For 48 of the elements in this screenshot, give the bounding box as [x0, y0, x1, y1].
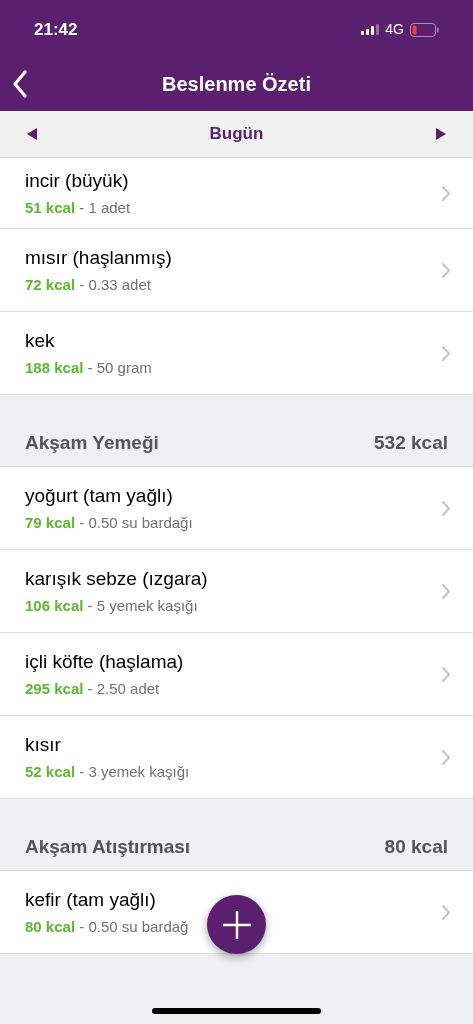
next-icon: [436, 128, 446, 140]
back-icon: [12, 70, 28, 98]
plus-icon: [221, 909, 252, 940]
signal-icon: [361, 24, 380, 35]
food-item[interactable]: incir (büyük) 51 kcal - 1 adet: [0, 158, 473, 229]
food-name: yoğurt (tam yağlı): [25, 483, 174, 508]
previous-day-button[interactable]: [27, 128, 37, 140]
screen-title: Beslenme Özeti: [162, 72, 311, 97]
food-item[interactable]: kefir (tam yağlı) 80 kcal - 0.50 su bardağ: [0, 871, 473, 954]
food-name: karışık sebze (ızgara): [25, 566, 208, 591]
food-detail: 79 kcal - 0.50 su bardağı: [25, 513, 193, 533]
chevron-right-icon: [441, 184, 451, 202]
chevron-right-icon: [441, 748, 451, 766]
food-name: mısır (haşlanmış): [25, 245, 172, 270]
food-name: içli köfte (haşlama): [25, 649, 184, 674]
food-name: kısır: [25, 732, 62, 757]
chevron-right-icon: [441, 582, 451, 600]
food-detail: 51 kcal - 1 adet: [25, 198, 131, 218]
chevron-right-icon: [441, 344, 451, 362]
network-label: 4G: [385, 20, 404, 39]
food-detail: 80 kcal - 0.50 su bardağ: [25, 917, 189, 937]
battery-icon: [410, 22, 439, 37]
section-title: Akşam Atıştırması: [25, 834, 191, 859]
food-name: incir (büyük): [25, 168, 130, 193]
section-title: Akşam Yemeği: [25, 430, 159, 455]
chevron-right-icon: [441, 261, 451, 279]
food-item[interactable]: kısır 52 kcal - 3 yemek kaşığı: [0, 716, 473, 799]
section-total: 80 kcal: [384, 834, 448, 859]
chevron-right-icon: [441, 499, 451, 517]
food-name: kefir (tam yağlı): [25, 887, 157, 912]
food-item[interactable]: mısır (haşlanmış) 72 kcal - 0.33 adet: [0, 229, 473, 312]
next-day-button[interactable]: [436, 128, 446, 140]
food-detail: 106 kcal - 5 yemek kaşığı: [25, 596, 199, 616]
food-name: kek: [25, 328, 56, 353]
food-item[interactable]: yoğurt (tam yağlı) 79 kcal - 0.50 su bardağı: [0, 467, 473, 550]
previous-icon: [27, 128, 37, 140]
food-item[interactable]: karışık sebze (ızgara) 106 kcal - 5 yemek kaşığı: [0, 550, 473, 633]
chevron-right-icon: [441, 665, 451, 683]
food-detail: 188 kcal - 50 gram: [25, 358, 152, 378]
food-detail: 72 kcal - 0.33 adet: [25, 275, 152, 295]
date-label[interactable]: Bugün: [209, 121, 264, 147]
food-item[interactable]: içli köfte (haşlama) 295 kcal - 2.50 adet: [0, 633, 473, 716]
chevron-right-icon: [441, 903, 451, 921]
food-detail: 295 kcal - 2.50 adet: [25, 679, 161, 699]
food-item[interactable]: kek 188 kcal - 50 gram: [0, 312, 473, 395]
food-detail: 52 kcal - 3 yemek kaşığı: [25, 762, 190, 782]
status-time: 21:42: [34, 18, 78, 41]
section-total: 532 kcal: [374, 430, 448, 455]
